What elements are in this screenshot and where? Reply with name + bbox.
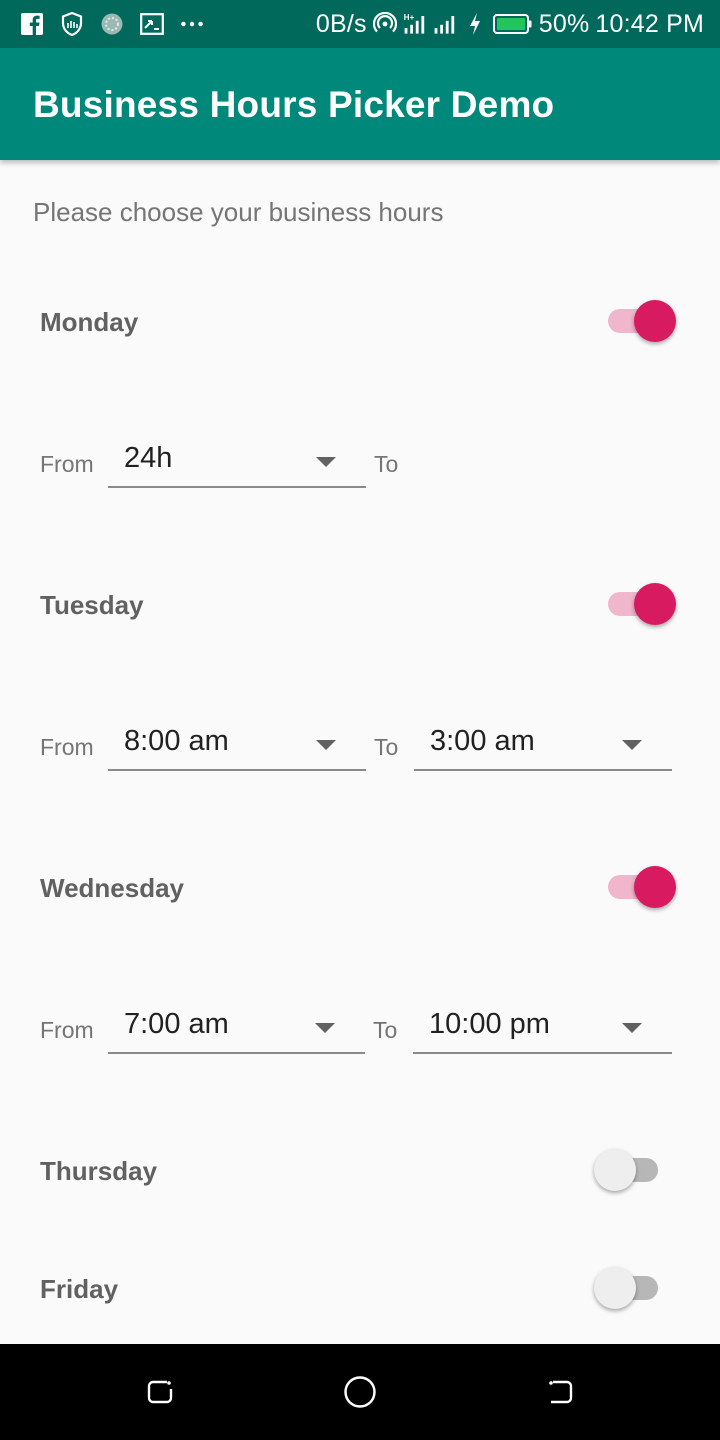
home-icon[interactable] <box>340 1372 380 1412</box>
tuesday-to-dropdown[interactable]: 3:00 am <box>414 723 672 771</box>
app-title: Business Hours Picker Demo <box>33 84 555 125</box>
wednesday-from-label: From <box>40 1017 94 1043</box>
wednesday-to-label: To <box>373 1017 398 1043</box>
more-icon <box>180 12 204 36</box>
cast-icon <box>140 12 164 36</box>
signal-icon: H+ <box>403 12 427 36</box>
tuesday-to-label: To <box>374 734 399 760</box>
dropdown-arrow-icon <box>622 740 642 750</box>
day-label-wednesday: Wednesday <box>40 873 185 903</box>
friday-toggle[interactable] <box>594 1265 662 1311</box>
dropdown-arrow-icon <box>316 740 336 750</box>
day-label-thursday: Thursday <box>40 1156 158 1186</box>
tuesday-from-value: 8:00 am <box>124 725 229 757</box>
tuesday-to-value: 3:00 am <box>430 725 535 757</box>
tuesday-from-dropdown[interactable]: 8:00 am <box>108 723 366 771</box>
clock: 10:42 PM <box>595 9 704 38</box>
monday-from-label: From <box>40 451 94 477</box>
status-bar-system: 0B/s H+ 50% 10:42 PM <box>316 8 704 40</box>
tuesday-toggle[interactable] <box>608 581 676 627</box>
day-label-tuesday: Tuesday <box>40 590 144 620</box>
wednesday-from-dropdown[interactable]: 7:00 am <box>108 1006 365 1054</box>
monday-to-label: To <box>374 451 399 477</box>
switch-thumb <box>634 866 676 908</box>
wednesday-to-dropdown[interactable]: 10:00 pm <box>413 1006 672 1054</box>
back-icon[interactable] <box>540 1372 580 1412</box>
battery-icon <box>492 12 533 36</box>
status-bar-notifications <box>20 10 204 38</box>
navigation-bar <box>0 1344 720 1440</box>
app-bar: Business Hours Picker Demo <box>0 48 720 160</box>
dropdown-arrow-icon <box>316 457 336 467</box>
signal-icon <box>433 12 457 36</box>
recents-icon[interactable] <box>140 1372 180 1412</box>
svg-text:H+: H+ <box>404 13 415 22</box>
instructions-text: Please choose your business hours <box>33 197 444 227</box>
day-label-friday: Friday <box>40 1274 119 1304</box>
status-bar: 0B/s H+ 50% 10:42 PM <box>0 0 720 48</box>
battery-percent: 50% <box>538 9 590 38</box>
shield-icon <box>60 12 84 36</box>
switch-thumb <box>594 1267 636 1309</box>
monday-from-dropdown[interactable]: 24h <box>108 440 366 488</box>
monday-toggle[interactable] <box>608 298 676 344</box>
charging-icon <box>463 12 487 36</box>
hotspot-icon <box>372 12 397 36</box>
wednesday-from-value: 7:00 am <box>124 1008 229 1040</box>
monday-from-value: 24h <box>124 442 173 474</box>
switch-thumb <box>594 1149 636 1191</box>
switch-thumb <box>634 583 676 625</box>
day-label-monday: Monday <box>40 307 139 337</box>
thursday-toggle[interactable] <box>594 1147 662 1193</box>
app-icon <box>100 12 124 36</box>
wednesday-to-value: 10:00 pm <box>429 1008 550 1040</box>
facebook-icon <box>20 12 44 36</box>
wednesday-toggle[interactable] <box>608 864 676 910</box>
dropdown-arrow-icon <box>315 1023 335 1033</box>
tuesday-from-label: From <box>40 734 94 760</box>
net-speed: 0B/s <box>315 9 367 38</box>
switch-thumb <box>634 300 676 342</box>
dropdown-arrow-icon <box>622 1023 642 1033</box>
